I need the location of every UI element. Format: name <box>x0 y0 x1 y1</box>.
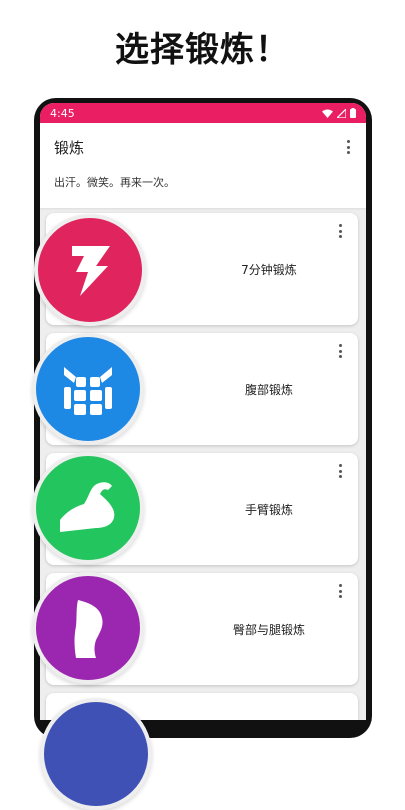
lightning-icon <box>72 246 110 296</box>
card-menu-icon[interactable] <box>334 223 346 239</box>
overflow-menu-icon[interactable] <box>342 139 354 155</box>
next-workout-badge[interactable] <box>40 698 152 810</box>
glutes-legs-icon <box>74 600 103 658</box>
abs-badge[interactable] <box>32 333 144 445</box>
card-menu-icon[interactable] <box>334 463 346 479</box>
workout-label: 7分钟锻炼 <box>241 262 297 277</box>
card-menu-icon[interactable] <box>334 343 346 359</box>
battery-icon <box>350 108 356 118</box>
workout-label: 臀部与腿锻炼 <box>232 622 305 637</box>
arm-badge[interactable] <box>32 452 144 564</box>
abs-icon <box>64 367 112 415</box>
workout-label: 手臂锻炼 <box>244 502 293 517</box>
app-header: 锻炼 出汗。微笑。再来一次。 <box>40 123 366 208</box>
status-icons <box>322 108 356 118</box>
wifi-icon <box>322 109 333 118</box>
glutes-badge[interactable] <box>32 572 144 684</box>
page-title: 锻炼 <box>54 139 85 157</box>
page-subtitle: 出汗。微笑。再来一次。 <box>54 176 175 189</box>
card-menu-icon[interactable] <box>334 583 346 599</box>
signal-icon <box>337 108 346 118</box>
status-time: 4:45 <box>50 106 75 120</box>
bicep-arm-icon <box>60 482 115 532</box>
lightning-badge[interactable] <box>34 214 146 326</box>
status-bar: 4:45 <box>40 103 366 123</box>
workout-label: 腹部锻炼 <box>244 382 293 397</box>
promo-headline: 选择锻炼！ <box>115 30 290 70</box>
